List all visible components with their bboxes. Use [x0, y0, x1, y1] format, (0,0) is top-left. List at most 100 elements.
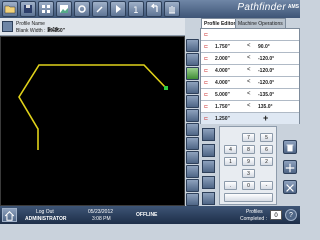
status-time: 3:08 PM: [92, 216, 111, 222]
key-1[interactable]: 1: [224, 157, 237, 166]
expand-icon[interactable]: [283, 180, 297, 194]
key-4[interactable]: 4: [224, 145, 237, 154]
trash-icon[interactable]: [283, 140, 297, 154]
key-2[interactable]: 2: [260, 157, 273, 166]
back-icon[interactable]: [146, 1, 162, 17]
key-3[interactable]: 3: [242, 169, 255, 178]
editor-tabs: Profile Editor Machine Operations: [200, 18, 300, 28]
add-step-icon[interactable]: +: [263, 113, 268, 123]
step-row-1[interactable]: ⊏ 1.750" < 90.0°: [201, 41, 299, 53]
angle-symbol: <: [247, 103, 251, 109]
key-9[interactable]: 9: [242, 157, 255, 166]
step-angle: 90.0°: [258, 44, 270, 50]
profile-box-icon[interactable]: [2, 21, 13, 32]
step-length: 4.000": [215, 68, 230, 74]
tool-button-10[interactable]: [186, 179, 199, 192]
start-marker: [164, 86, 168, 90]
tool-button-11[interactable]: [186, 193, 199, 206]
step-row-0[interactable]: ⊏: [201, 29, 299, 41]
current-user: ADMINISTRATOR: [25, 216, 67, 222]
tool-button-2[interactable]: [186, 53, 199, 66]
save-icon[interactable]: [20, 1, 36, 17]
move-arrows-icon[interactable]: [283, 160, 297, 174]
tool-button-4[interactable]: [186, 95, 199, 108]
bend-icon: ⊏: [204, 44, 209, 50]
step-row-5[interactable]: ⊏ 5.000" < -135.0°: [201, 89, 299, 101]
bend-icon: ⊏: [204, 68, 209, 74]
blank-width-label: Blank Width :: [16, 28, 46, 34]
step-row-3[interactable]: ⊏ 4.000" < -120.0°: [201, 65, 299, 77]
bend-icon: ⊏: [204, 104, 209, 110]
profile-info-bar: Profile Name : E-16 Blank Width : 29.250…: [0, 18, 185, 36]
step-row-6[interactable]: ⊏ 1.750" < 135.0°: [201, 101, 299, 113]
bend-icon: ⊏: [204, 92, 209, 98]
app-brand: Pathfinder: [237, 2, 286, 13]
connection-status: OFFLINE: [136, 212, 158, 218]
svg-text:1: 1: [133, 6, 139, 16]
step-row-4[interactable]: ⊏ 4.000" < -120.0°: [201, 77, 299, 89]
key-minus[interactable]: -: [260, 181, 273, 190]
tool-button-7[interactable]: [186, 137, 199, 150]
side-button-3[interactable]: [202, 160, 215, 173]
status-bar: Log Out ADMINISTRATOR 05/23/2012 3:08 PM…: [0, 206, 300, 224]
tool-button-3[interactable]: [186, 81, 199, 94]
editor-tool-column: [185, 18, 200, 206]
tool-button-1[interactable]: [186, 39, 199, 52]
key-enter[interactable]: [224, 193, 273, 202]
hand-icon[interactable]: [164, 1, 180, 17]
step-angle: 135.0°: [258, 104, 273, 110]
angle-symbol: <: [247, 43, 251, 49]
step-length: 4.000": [215, 80, 230, 86]
step-icon[interactable]: 1: [128, 1, 144, 17]
side-button-5[interactable]: [202, 192, 215, 205]
side-button-1[interactable]: [202, 128, 215, 141]
bend-icon: ⊏: [204, 80, 209, 86]
angle-symbol: <: [247, 55, 251, 61]
step-length: 2.000": [215, 56, 230, 62]
tool-button-9[interactable]: [186, 165, 199, 178]
tool-button-active[interactable]: [186, 67, 199, 80]
tab-machine-operations[interactable]: Machine Operations: [235, 18, 286, 28]
angle-symbol: <: [247, 91, 251, 97]
tab-profile-editor[interactable]: Profile Editor: [201, 18, 239, 28]
angle-symbol: <: [247, 67, 251, 73]
wrench-icon[interactable]: [92, 1, 108, 17]
key-0[interactable]: 0: [242, 181, 255, 190]
profiles-label: Profiles: [246, 209, 263, 215]
step-angle: -135.0°: [258, 92, 275, 98]
step-length: 1.750": [215, 104, 230, 110]
tool-button-5[interactable]: [186, 109, 199, 122]
logout-button[interactable]: Log Out: [36, 209, 54, 215]
numeric-entry-area: 7 8 9 4 5 6 1 2 3 0 . -: [200, 124, 300, 206]
image-icon[interactable]: [56, 1, 72, 17]
step-angle: -120.0°: [258, 80, 275, 86]
angle-symbol: <: [247, 79, 251, 85]
step-length: 1.750": [215, 44, 230, 50]
help-icon[interactable]: ?: [285, 209, 297, 221]
tool-button-6[interactable]: [186, 123, 199, 136]
blank-width-value: 29.250": [47, 28, 66, 34]
numeric-keypad: 7 8 9 4 5 6 1 2 3 0 . -: [219, 126, 277, 205]
side-button-4[interactable]: [202, 176, 215, 189]
key-8[interactable]: 8: [242, 145, 255, 154]
profile-canvas[interactable]: [0, 36, 185, 206]
top-toolbar: 1 Pathfinder AMS: [0, 0, 300, 18]
bend-icon: ⊏: [204, 56, 209, 62]
folder-icon[interactable]: [2, 1, 18, 17]
tool-button-8[interactable]: [186, 151, 199, 164]
key-7[interactable]: 7: [242, 133, 255, 142]
grid-icon[interactable]: [38, 1, 54, 17]
side-button-2[interactable]: [202, 144, 215, 157]
blank-width-row: Blank Width : 29.250": [16, 28, 65, 34]
home-icon[interactable]: [2, 208, 17, 222]
brand-logo-text: AMS: [287, 4, 299, 10]
settings-icon[interactable]: [74, 1, 90, 17]
step-row-2[interactable]: ⊏ 2.000" < -120.0°: [201, 53, 299, 65]
step-length: 5.000": [215, 92, 230, 98]
bend-icon: ⊏: [204, 116, 209, 122]
status-date: 05/23/2012: [88, 209, 114, 215]
play-icon[interactable]: [110, 1, 126, 17]
key-6[interactable]: 6: [260, 145, 273, 154]
key-decimal[interactable]: .: [224, 181, 237, 190]
key-5[interactable]: 5: [260, 133, 273, 142]
